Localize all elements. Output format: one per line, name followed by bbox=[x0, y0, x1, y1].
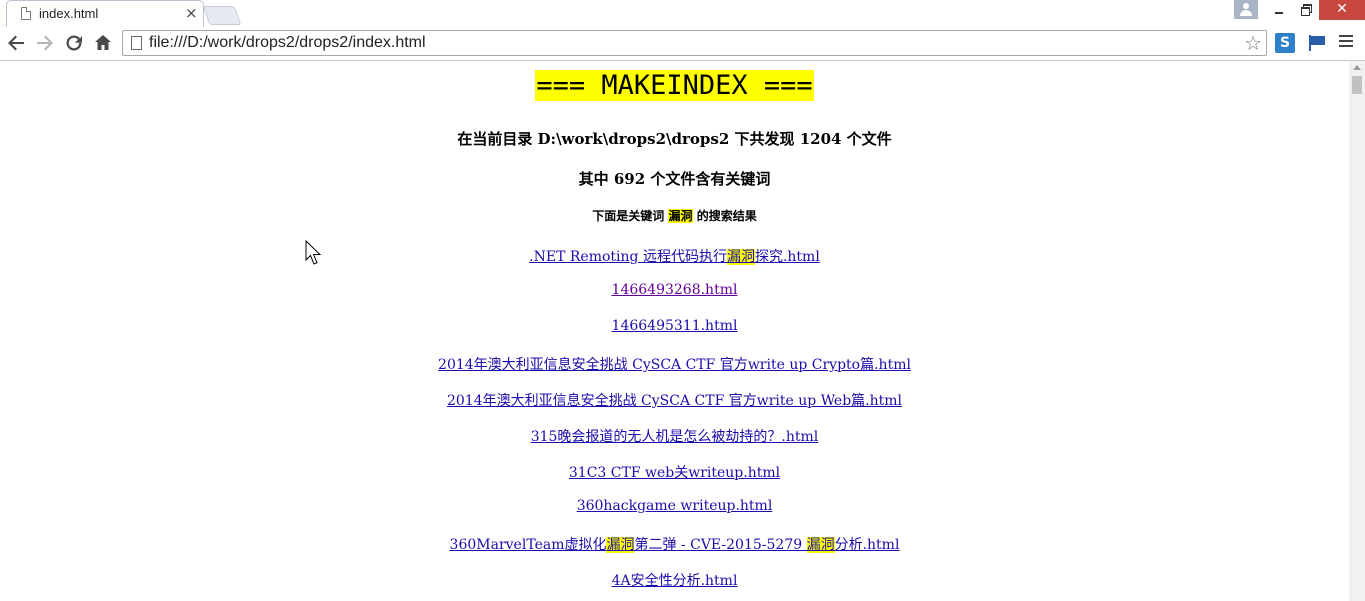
result-link[interactable]: 2014年澳大利亚信息安全挑战 CySCA CTF 官方write up Cry… bbox=[438, 357, 911, 373]
minimize-button[interactable] bbox=[1266, 0, 1293, 20]
title-bar: index.html × ✕ bbox=[0, 0, 1365, 27]
link-text: 探究.html bbox=[754, 249, 820, 265]
forward-arrow-icon[interactable] bbox=[33, 31, 57, 55]
link-text: 315晚会报道的无人机是怎么被劫持的？.html bbox=[530, 429, 819, 445]
list-item: 315晚会报道的无人机是怎么被劫持的？.html bbox=[0, 426, 1349, 462]
link-text: 360MarvelTeam虚拟化 bbox=[449, 537, 607, 553]
page-icon bbox=[21, 7, 31, 20]
page-icon bbox=[131, 36, 142, 50]
vertical-scrollbar[interactable] bbox=[1349, 61, 1365, 601]
result-links: .NET Remoting 远程代码执行漏洞探究.html 1466493268.… bbox=[0, 246, 1349, 601]
result-link[interactable]: 2014年澳大利亚信息安全挑战 CySCA CTF 官方write up Web… bbox=[447, 393, 902, 409]
menu-icon[interactable] bbox=[1339, 35, 1353, 49]
close-window-button[interactable]: ✕ bbox=[1319, 0, 1365, 20]
link-text: 2014年澳大利亚信息安全挑战 CySCA CTF 官方write up Web… bbox=[446, 393, 903, 409]
link-text: 31C3 CTF web关writeup.html bbox=[568, 465, 781, 481]
browser-toolbar: file:///D:/work/drops2/drops2/index.html… bbox=[0, 27, 1365, 61]
link-text: 360hackgame writeup.html bbox=[576, 498, 773, 514]
list-item: 360hackgame writeup.html bbox=[0, 498, 1349, 534]
keyword-highlight: 漏洞 bbox=[726, 249, 755, 265]
extension-s-icon[interactable]: S bbox=[1275, 33, 1295, 53]
link-text: 2014年澳大利亚信息安全挑战 CySCA CTF 官方write up Cry… bbox=[438, 357, 911, 373]
result-link[interactable]: 31C3 CTF web关writeup.html bbox=[569, 465, 780, 481]
list-item: 1466495311.html bbox=[0, 318, 1349, 354]
match-line: 其中 692 个文件含有关键词 bbox=[578, 170, 771, 188]
keyword-highlight: 漏洞 bbox=[668, 209, 693, 223]
link-text: 4A安全性分析.html bbox=[611, 573, 738, 589]
bookmark-star-icon[interactable]: ☆ bbox=[1244, 31, 1262, 55]
browser-tab[interactable]: index.html × bbox=[6, 0, 204, 27]
link-text: 1466495311.html bbox=[611, 318, 738, 334]
new-tab-button[interactable] bbox=[202, 6, 242, 25]
home-icon[interactable] bbox=[91, 31, 115, 55]
result-link[interactable]: 360MarvelTeam虚拟化漏洞第二弹 - CVE-2015-5279 漏洞… bbox=[449, 537, 900, 553]
keyword-highlight: 漏洞 bbox=[606, 537, 635, 553]
user-profile-icon[interactable] bbox=[1234, 0, 1258, 19]
list-item: 2014年澳大利亚信息安全挑战 CySCA CTF 官方write up Web… bbox=[0, 390, 1349, 426]
link-text: 第二弹 - CVE-2015-5279 bbox=[634, 537, 807, 553]
url-text[interactable]: file:///D:/work/drops2/drops2/index.html bbox=[149, 34, 426, 52]
result-link[interactable]: 1466495311.html bbox=[612, 318, 738, 334]
result-line: 下面是关键词 漏洞 的搜索结果 bbox=[0, 207, 1349, 224]
summary-line: 在当前目录 D:\work\drops2\drops2 下共发现 1204 个文… bbox=[457, 130, 892, 148]
scroll-thumb[interactable] bbox=[1352, 76, 1362, 94]
list-item: 4A安全性分析.html bbox=[0, 570, 1349, 601]
page-title: === MAKEINDEX === bbox=[0, 70, 1349, 101]
tab-close-icon[interactable]: × bbox=[185, 4, 198, 22]
result-link[interactable]: 1466493268.html bbox=[612, 282, 738, 298]
link-text: 1466493268.html bbox=[611, 282, 738, 298]
result-prefix: 下面是关键词 bbox=[592, 209, 665, 223]
result-link[interactable]: 360hackgame writeup.html bbox=[577, 498, 773, 514]
list-item: 360MarvelTeam虚拟化漏洞第二弹 - CVE-2015-5279 漏洞… bbox=[0, 534, 1349, 570]
tab-title: index.html bbox=[39, 6, 99, 21]
link-text: .NET Remoting 远程代码执行 bbox=[529, 249, 727, 265]
page-content: === MAKEINDEX === 在当前目录 D:\work\drops2\d… bbox=[0, 61, 1349, 601]
result-link[interactable]: 4A安全性分析.html bbox=[612, 573, 738, 589]
flag-extension-icon[interactable] bbox=[1308, 35, 1326, 51]
result-link[interactable]: .NET Remoting 远程代码执行漏洞探究.html bbox=[529, 249, 820, 265]
list-item: 31C3 CTF web关writeup.html bbox=[0, 462, 1349, 498]
result-link[interactable]: 315晚会报道的无人机是怎么被劫持的？.html bbox=[531, 429, 819, 445]
keyword-highlight: 漏洞 bbox=[806, 537, 835, 553]
list-item: .NET Remoting 远程代码执行漏洞探究.html bbox=[0, 246, 1349, 282]
list-item: 2014年澳大利亚信息安全挑战 CySCA CTF 官方write up Cry… bbox=[0, 354, 1349, 390]
link-text: 分析.html bbox=[834, 537, 900, 553]
list-item: 1466493268.html bbox=[0, 282, 1349, 318]
reload-icon[interactable] bbox=[62, 31, 86, 55]
address-bar[interactable]: file:///D:/work/drops2/drops2/index.html… bbox=[122, 30, 1267, 56]
back-arrow-icon[interactable] bbox=[4, 31, 28, 55]
result-suffix: 的搜索结果 bbox=[696, 209, 757, 223]
page-title-text: === MAKEINDEX === bbox=[535, 70, 814, 101]
restore-button[interactable] bbox=[1292, 0, 1318, 20]
scroll-up-arrow-icon[interactable] bbox=[1353, 65, 1361, 70]
